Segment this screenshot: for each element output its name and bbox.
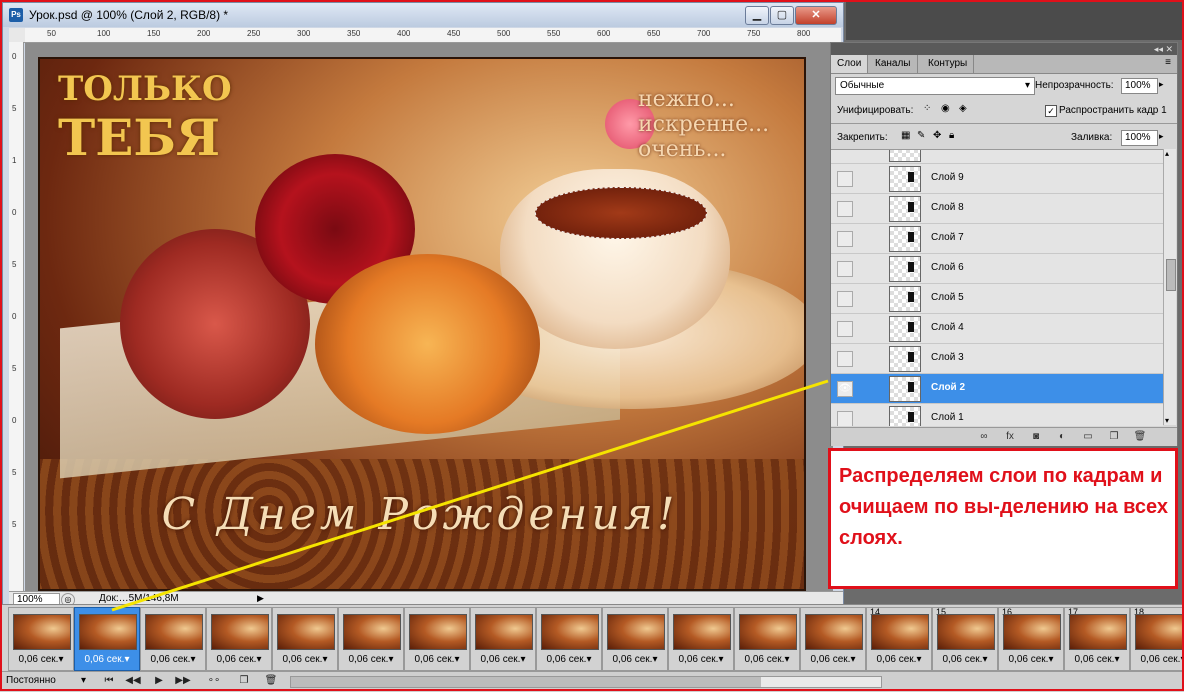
pointer-line-stroke [111, 379, 829, 612]
pointer-line [111, 379, 829, 612]
